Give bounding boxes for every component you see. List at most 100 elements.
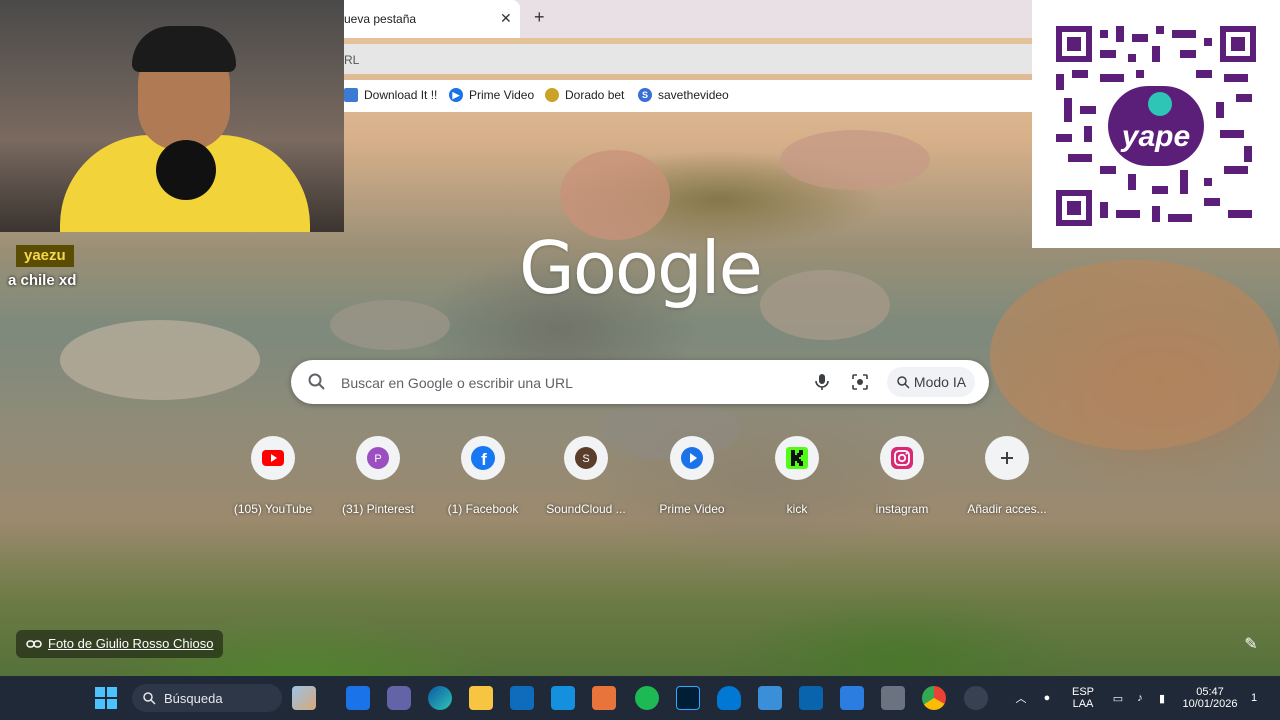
onedrive-icon[interactable] <box>717 686 741 710</box>
microphone <box>156 140 216 200</box>
windows-start-icon[interactable] <box>94 686 118 710</box>
prime-video-icon: ▶ <box>449 88 463 102</box>
youtube-icon-circle <box>251 436 295 480</box>
shortcut-instagram[interactable]: instagram <box>852 436 952 520</box>
notifications-badge[interactable]: 1 <box>1244 676 1264 720</box>
widgets-icon[interactable] <box>292 686 316 710</box>
streamer-hair <box>132 26 236 72</box>
svg-text:P: P <box>374 453 381 465</box>
spotify-icon[interactable] <box>635 686 659 710</box>
outlook-icon[interactable] <box>799 686 823 710</box>
pinterest-icon-circle: P <box>356 436 400 480</box>
bookmark-download-it[interactable]: Download It !! <box>344 88 437 102</box>
new-tab-button[interactable]: + <box>534 7 545 28</box>
search-icon <box>308 373 325 390</box>
savethevideo-icon: S <box>638 88 652 102</box>
volume-icon[interactable]: ♪ <box>1130 676 1150 720</box>
tab-new-tab[interactable]: ueva pestaña ✕ <box>344 0 520 38</box>
microphone-tray-icon[interactable]: ● <box>1038 676 1056 720</box>
ai-mode-label: Modo IA <box>913 374 967 390</box>
bookmark-savethevideo[interactable]: S savethevideo <box>638 88 729 102</box>
prime-video-icon-circle <box>670 436 714 480</box>
bookmark-label: Download It !! <box>364 88 438 102</box>
notepad-icon[interactable] <box>758 686 782 710</box>
image-search-icon[interactable] <box>851 373 869 391</box>
windows-taskbar: Búsqueda ︿ ● ESP LAA ▭ ♪ ▮ 05:47 10/01/2… <box>0 676 1280 720</box>
address-bar-text: RL <box>344 53 360 67</box>
soundcloud-icon-circle: S <box>564 436 608 480</box>
edge-icon[interactable] <box>428 686 452 710</box>
shortcut-prime-video[interactable]: Prime Video <box>642 436 742 520</box>
shortcut-label: (105) YouTube <box>233 502 313 516</box>
bookmarks-bar: Download It !! ▶ Prime Video Dorado bet … <box>344 80 1032 112</box>
search-icon <box>143 692 156 705</box>
rock <box>330 300 450 350</box>
clock-date: 10/01/2026 <box>1182 698 1238 710</box>
ai-search-icon <box>897 376 910 389</box>
network-icon[interactable]: ▭ <box>1108 676 1128 720</box>
file-explorer-icon[interactable] <box>469 686 493 710</box>
yape-logo: yape <box>1120 120 1190 153</box>
photo-credit-text: Foto de Giulio Rosso Chioso <box>48 636 214 651</box>
facebook-icon-circle: f <box>461 436 505 480</box>
kick-icon-circle <box>775 436 819 480</box>
shortcut-label: (1) Facebook <box>447 502 519 516</box>
shortcut-facebook[interactable]: f (1) Facebook <box>433 436 533 520</box>
taskbar-search[interactable]: Búsqueda <box>132 684 282 712</box>
close-tab-icon[interactable]: ✕ <box>500 10 512 27</box>
search-input[interactable] <box>339 366 793 400</box>
shortcut-kick[interactable]: kick <box>747 436 847 520</box>
ai-mode-button[interactable]: Modo IA <box>887 367 975 397</box>
svg-text:f: f <box>481 450 487 469</box>
youtube-icon <box>262 450 284 466</box>
bookmark-label: Dorado bet <box>565 88 625 102</box>
rock <box>60 320 260 400</box>
yape-qr-code: yape <box>1032 0 1280 248</box>
calendar-icon[interactable] <box>840 686 864 710</box>
qr-code-graphic: yape <box>1056 26 1256 226</box>
media-player-icon[interactable] <box>592 686 616 710</box>
photo-credit-link[interactable]: Foto de Giulio Rosso Chioso <box>16 630 224 658</box>
instagram-icon-circle <box>880 436 924 480</box>
rock <box>780 130 930 190</box>
shortcut-soundcloud[interactable]: S SoundCloud ... <box>536 436 636 520</box>
shortcut-add[interactable]: Añadir acces... <box>957 436 1057 520</box>
pinterest-icon: P <box>367 447 389 469</box>
chrome-icon[interactable] <box>922 686 946 710</box>
clock-time: 05:47 <box>1196 686 1224 698</box>
screen-recorder-icon[interactable] <box>964 686 988 710</box>
prime-video-icon <box>681 447 703 469</box>
svg-text:S: S <box>582 453 589 465</box>
taskbar-search-label: Búsqueda <box>164 690 223 706</box>
clock[interactable]: 05:47 10/01/2026 <box>1180 676 1240 720</box>
tab-strip: ueva pestaña ✕ + <box>344 0 1032 38</box>
calculator-icon[interactable] <box>881 686 905 710</box>
address-bar[interactable]: RL <box>344 44 1032 74</box>
rock <box>990 260 1280 450</box>
bookmark-dorado-bet[interactable]: Dorado bet <box>545 88 624 102</box>
shortcut-label: instagram <box>875 502 929 516</box>
input-language[interactable]: ESP LAA <box>1068 676 1098 720</box>
shortcut-pinterest[interactable]: P (31) Pinterest <box>328 436 428 520</box>
keyboard-layout: LAA <box>1072 698 1094 710</box>
mail-icon[interactable] <box>551 686 575 710</box>
shortcut-label: SoundCloud ... <box>546 502 626 516</box>
plus-icon <box>1001 452 1013 464</box>
battery-icon[interactable]: ▮ <box>1152 676 1172 720</box>
voice-search-icon[interactable] <box>813 373 831 391</box>
rock <box>760 270 890 340</box>
bookmark-prime-video[interactable]: ▶ Prime Video <box>449 88 534 102</box>
dorado-bet-icon <box>545 88 559 102</box>
tab-title: ueva pestaña <box>344 12 417 26</box>
shortcut-label: kick <box>786 502 808 516</box>
photoshop-icon[interactable] <box>676 686 700 710</box>
facebook-icon: f <box>471 446 495 470</box>
store-icon[interactable] <box>510 686 534 710</box>
shortcut-youtube[interactable]: (105) YouTube <box>223 436 323 520</box>
task-view-icon[interactable] <box>346 686 370 710</box>
tray-overflow-icon[interactable]: ︿ <box>1012 676 1030 720</box>
teams-icon[interactable] <box>387 686 411 710</box>
chat-message: a chile xd <box>8 272 77 289</box>
shortcut-label: (31) Pinterest <box>341 502 415 516</box>
customize-pencil-icon[interactable]: ✎ <box>1238 632 1264 658</box>
